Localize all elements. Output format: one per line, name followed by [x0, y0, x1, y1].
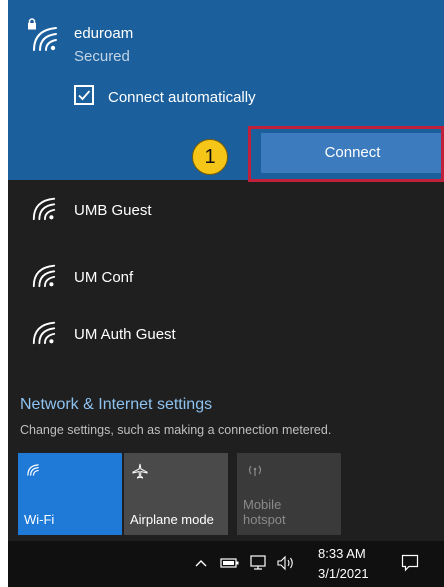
hotspot-icon: [248, 465, 262, 476]
connect-highlight-box: [248, 126, 444, 182]
network-settings-link[interactable]: Network & Internet settings: [20, 396, 212, 414]
wifi-icon: [32, 264, 56, 288]
taskbar: 8:33 AM 3/1/2021: [8, 541, 444, 587]
notification-icon[interactable]: [401, 554, 419, 572]
network-label: UM Conf: [74, 269, 134, 286]
tile-label: Mobile hotspot: [243, 497, 286, 527]
airplane-mode-tile[interactable]: Airplane mode: [124, 453, 228, 535]
network-item-umb-guest[interactable]: UMB Guest: [8, 185, 444, 235]
network-label: UM Auth Guest: [74, 326, 176, 343]
battery-icon[interactable]: [220, 557, 240, 569]
mobile-hotspot-tile: Mobile hotspot: [237, 453, 341, 535]
network-label: UMB Guest: [74, 202, 152, 219]
network-name: eduroam: [74, 25, 134, 42]
wifi-icon: [32, 197, 56, 221]
checkmark-icon: [78, 90, 91, 101]
wifi-icon: [32, 321, 56, 345]
tile-label-line: Mobile: [243, 497, 282, 512]
lock-icon: [28, 18, 36, 30]
wifi-toggle-tile[interactable]: Wi-Fi: [18, 453, 122, 535]
network-item-um-conf[interactable]: UM Conf: [8, 252, 444, 302]
airplane-icon: [132, 463, 148, 479]
network-status: Secured: [74, 48, 130, 65]
network-item-um-auth-guest[interactable]: UM Auth Guest: [8, 309, 444, 359]
chevron-up-icon[interactable]: [195, 558, 207, 568]
clock-date[interactable]: 3/1/2021: [318, 566, 369, 581]
wifi-icon: [27, 464, 39, 476]
tile-label: Wi-Fi: [24, 512, 55, 527]
connect-automatically-label[interactable]: Connect automatically: [108, 89, 256, 106]
network-icon[interactable]: [250, 555, 268, 571]
clock-time[interactable]: 8:33 AM: [318, 546, 366, 561]
selected-network-panel[interactable]: eduroam Secured Connect automatically 1 …: [8, 0, 444, 182]
network-settings-description: Change settings, such as making a connec…: [20, 423, 332, 437]
connect-automatically-checkbox[interactable]: [74, 85, 94, 105]
step-number-badge: 1: [192, 139, 228, 175]
tile-label-line: hotspot: [243, 512, 286, 527]
tile-label: Airplane mode: [130, 512, 214, 527]
volume-icon[interactable]: [276, 555, 296, 571]
network-flyout: eduroam Secured Connect automatically 1 …: [8, 0, 444, 587]
